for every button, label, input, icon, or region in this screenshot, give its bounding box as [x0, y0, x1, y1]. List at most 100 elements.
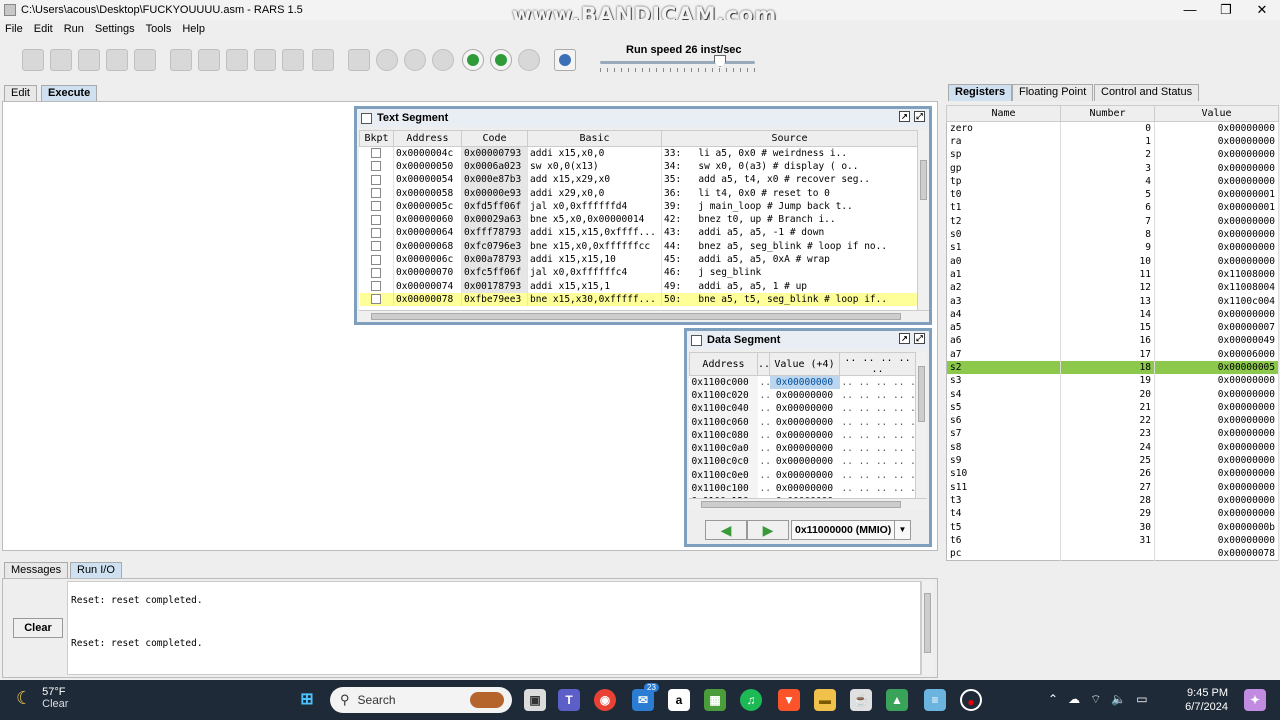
register-row[interactable]: s7 23 0x00000000 [946, 427, 1279, 441]
register-row[interactable]: a1 11 0x11008000 [946, 267, 1279, 282]
breakpoint-checkbox[interactable] [359, 173, 394, 187]
next-arrow-icon[interactable]: ▶ [747, 520, 789, 540]
register-row[interactable]: a0 10 0x00000000 [946, 254, 1279, 268]
register-value[interactable]: 0x00000005 [1154, 360, 1279, 375]
backstep-icon[interactable] [432, 49, 454, 71]
menu-help[interactable]: Help [182, 23, 205, 35]
volume-icon[interactable]: 🔈 [1111, 692, 1126, 707]
register-value[interactable]: 0x00000001 [1154, 187, 1279, 202]
text-segment-row[interactable]: 0x0000004c 0x00000793 addi x15,x0,0 33: li … [359, 146, 917, 160]
restore-frame-icon[interactable]: ↗ [899, 111, 910, 122]
breakpoint-checkbox[interactable] [359, 252, 394, 267]
value-cell[interactable]: 0x00000000 [770, 402, 840, 415]
col-number[interactable]: Number [1060, 105, 1155, 122]
register-value[interactable]: 0x1100c004 [1154, 294, 1279, 308]
register-value[interactable]: 0x00006000 [1154, 347, 1279, 361]
restore-frame-icon[interactable]: ↗ [899, 333, 910, 344]
taskbar-search[interactable]: ⚲ Search [330, 687, 512, 713]
redo-icon[interactable] [198, 49, 220, 71]
text-segment-row[interactable]: 0x00000054 0x000e87b3 add x15,x29,x0 35: ad… [359, 173, 917, 187]
register-value[interactable]: 0x00000007 [1154, 320, 1279, 335]
breakpoint-checkbox[interactable] [359, 292, 394, 307]
breakpoint-checkbox[interactable] [359, 266, 394, 280]
data-segment-row[interactable]: 0x1100c040..0x00000000.. .. .. .. .. [689, 402, 915, 416]
register-value[interactable]: 0x00000049 [1154, 334, 1279, 348]
data-segment-row[interactable]: 0x1100c080..0x00000000.. .. .. .. .. [689, 428, 915, 442]
maximize-button[interactable]: ❐ [1208, 0, 1244, 20]
register-row[interactable]: s5 21 0x00000000 [946, 400, 1279, 415]
chevron-down-icon[interactable]: ▼ [894, 521, 910, 539]
data-segment-vscroll[interactable] [915, 352, 927, 498]
cut-icon[interactable] [226, 49, 248, 71]
register-row[interactable]: s8 24 0x00000000 [946, 440, 1279, 454]
tab-floating-point[interactable]: Floating Point [1012, 84, 1094, 101]
java-app-icon[interactable]: ☕ [850, 689, 872, 711]
register-value[interactable]: 0x00000000 [1154, 480, 1279, 494]
register-value[interactable]: 0x00000000 [1154, 134, 1279, 149]
register-value[interactable]: 0x00000000 [1154, 453, 1279, 468]
save-icon[interactable] [106, 49, 128, 71]
register-row[interactable]: a5 15 0x00000007 [946, 320, 1279, 335]
menu-edit[interactable]: Edit [34, 23, 53, 35]
breakpoint-checkbox[interactable] [359, 146, 394, 160]
segment-select[interactable]: 0x11000000 (MMIO) ▼ [791, 520, 911, 540]
register-value[interactable]: 0x00000001 [1154, 201, 1279, 215]
amazon-icon[interactable]: a [668, 689, 690, 711]
register-row[interactable]: a2 12 0x11008004 [946, 281, 1279, 295]
register-row[interactable]: a7 17 0x00006000 [946, 347, 1279, 361]
text-segment-hscroll[interactable] [359, 310, 929, 322]
data-segment-row[interactable]: 0x1100c0c0..0x00000000.. .. .. .. .. [689, 455, 915, 469]
register-row[interactable]: t0 5 0x00000001 [946, 187, 1279, 202]
new-file-icon[interactable] [22, 49, 44, 71]
data-segment-row[interactable]: 0x1100c000..0x00000000.. .. .. .. .. [689, 375, 915, 389]
open-file-icon[interactable] [50, 49, 72, 71]
col-value-4[interactable]: Value (+4) [769, 352, 840, 376]
teams-icon[interactable]: T [558, 689, 580, 711]
register-value[interactable]: 0x00000000 [1154, 148, 1279, 162]
value-cell[interactable]: 0x00000000 [770, 389, 840, 402]
col-code[interactable]: Code [461, 130, 528, 147]
register-value[interactable]: 0x00000078 [1154, 547, 1279, 561]
col-bkpt[interactable]: Bkpt [359, 130, 394, 147]
register-value[interactable]: 0x00000000 [1154, 440, 1279, 454]
text-segment-row[interactable]: 0x00000064 0xfff78793 addi x15,x15,0xffff.… [359, 226, 917, 240]
data-segment-row[interactable]: 0x1100c020..0x00000000.. .. .. .. .. [689, 388, 915, 403]
data-segment-row[interactable]: 0x1100c100..0x00000000.. .. .. .. .. [689, 481, 915, 496]
register-row[interactable]: s10 26 0x00000000 [946, 467, 1279, 481]
register-row[interactable]: s2 18 0x00000005 [946, 360, 1279, 375]
data-segment-hscroll[interactable] [689, 498, 927, 510]
col-source[interactable]: Source [661, 130, 917, 147]
register-value[interactable]: 0x00000000 [1154, 174, 1279, 188]
register-row[interactable]: s9 25 0x00000000 [946, 453, 1279, 468]
breakpoint-checkbox[interactable] [359, 186, 394, 200]
register-value[interactable]: 0x00000000 [1154, 254, 1279, 268]
register-row[interactable]: gp 3 0x00000000 [946, 161, 1279, 175]
breakpoint-checkbox[interactable] [359, 159, 394, 174]
value-cell[interactable]: 0x00000000 [770, 469, 840, 482]
text-segment-row[interactable]: 0x00000050 0x0006a023 sw x0,0(x13) 34: sw x… [359, 159, 917, 174]
find-replace-icon[interactable] [312, 49, 334, 71]
register-row[interactable]: a6 16 0x00000049 [946, 334, 1279, 348]
menu-settings[interactable]: Settings [95, 23, 135, 35]
register-value[interactable]: 0x00000000 [1154, 467, 1279, 481]
register-value[interactable]: 0x00000000 [1154, 533, 1279, 547]
stop-icon[interactable] [490, 49, 512, 71]
value-cell[interactable]: 0x00000000 [770, 455, 840, 468]
value-cell[interactable]: 0x00000000 [770, 442, 840, 455]
close-file-icon[interactable] [78, 49, 100, 71]
app-icon[interactable]: ▲ [886, 689, 908, 711]
paste-icon[interactable] [282, 49, 304, 71]
text-segment-row[interactable]: 0x0000005c 0xfd5ff06f jal x0,0xffffffd4 39:… [359, 199, 917, 213]
register-row[interactable]: s0 8 0x00000000 [946, 227, 1279, 242]
register-value[interactable]: 0x00000000 [1154, 374, 1279, 388]
register-value[interactable]: 0x11008000 [1154, 267, 1279, 282]
minimize-button[interactable]: — [1172, 0, 1208, 20]
register-value[interactable]: 0x11008004 [1154, 281, 1279, 295]
register-value[interactable]: 0x00000000 [1154, 121, 1279, 135]
register-row[interactable]: a4 14 0x00000000 [946, 307, 1279, 321]
maximize-frame-icon[interactable]: ⤢ [914, 333, 925, 344]
register-row[interactable]: t3 28 0x00000000 [946, 493, 1279, 508]
file-explorer-icon[interactable]: ▬ [814, 689, 836, 711]
register-value[interactable]: 0x0000000b [1154, 520, 1279, 534]
tab-messages[interactable]: Messages [4, 562, 69, 578]
